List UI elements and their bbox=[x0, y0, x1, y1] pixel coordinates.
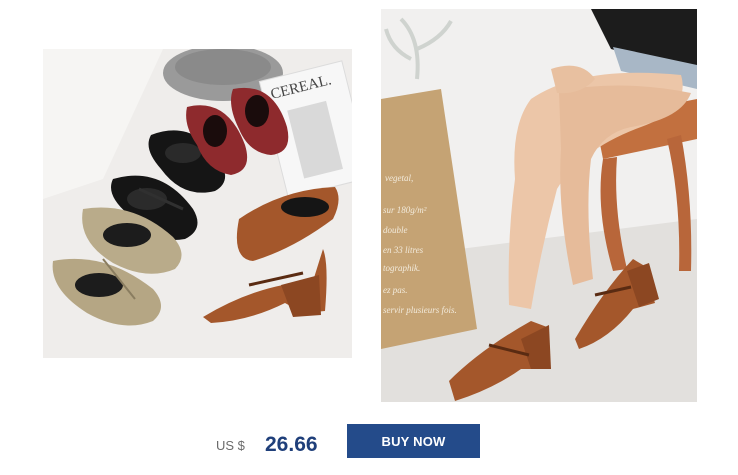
bag-text-1: vegetal, bbox=[385, 173, 413, 183]
bag-text-5: tographik. bbox=[383, 263, 420, 273]
bag-text-4: en 33 litres bbox=[383, 245, 424, 255]
model-wearing-shoe-photo: vegetal, sur 180g/m² double en 33 litres… bbox=[381, 9, 697, 402]
price-amount: 26.66 bbox=[265, 433, 318, 456]
bag-text-2: sur 180g/m² bbox=[383, 205, 427, 215]
shoe-collection-photo: CEREAL. bbox=[43, 49, 352, 358]
price-currency: US $ bbox=[216, 438, 245, 453]
bag-text-3: double bbox=[383, 225, 408, 235]
bag-text-7: servir plusieurs fois. bbox=[383, 305, 457, 315]
buy-now-button[interactable]: BUY NOW bbox=[347, 424, 480, 458]
bag-text-6: ez pas. bbox=[383, 285, 408, 295]
